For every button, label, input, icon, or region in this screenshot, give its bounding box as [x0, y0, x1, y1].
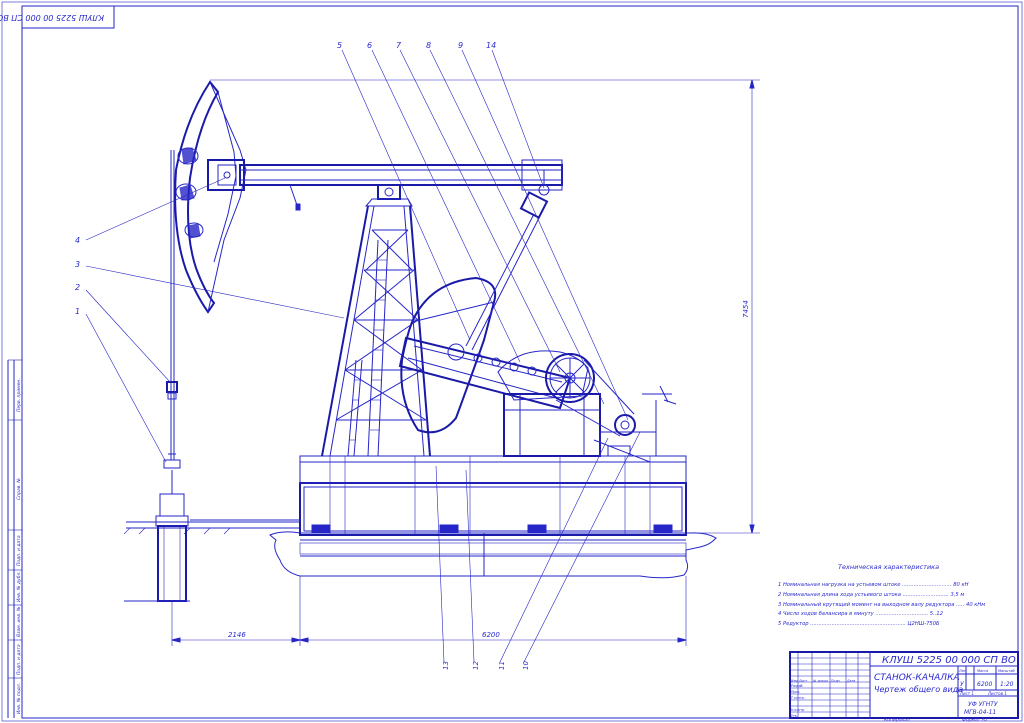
format-label: Формат А1 — [962, 717, 988, 723]
callout-13: 13 — [442, 661, 450, 670]
dim-height-label: 7454 — [742, 300, 750, 318]
sheets-total: Листов 1 — [987, 691, 1007, 696]
side-stamp-1: Перв. примен. — [16, 378, 22, 412]
callout-14: 14 — [486, 41, 496, 50]
motor — [593, 385, 677, 463]
stamp-col-scale: Масштаб — [998, 669, 1015, 673]
stamp-row-doc: № докум. — [812, 679, 829, 683]
horsehead — [174, 80, 247, 314]
pump-jack-drawing: 7454 2146 6200 4 3 2 1 5 6 7 8 9 14 13 1… — [75, 41, 760, 670]
rotated-stamp: КЛУШ 5225 00 000 СП ВО — [0, 5, 115, 29]
tech-spec: Техническая характеристика 1 Номинальная… — [778, 563, 985, 627]
callout-2: 2 — [75, 283, 80, 292]
callout-5: 5 — [337, 41, 342, 50]
dim-bottom: 2146 6200 — [171, 576, 687, 646]
organization: УФ УГНТУ — [968, 701, 998, 708]
callout-7: 7 — [396, 41, 402, 50]
callout-9: 9 — [458, 41, 463, 50]
rotated-stamp-text: КЛУШ 5225 00 000 СП ВО — [0, 13, 104, 22]
mass-value: 6200 — [977, 681, 992, 688]
dim-width-label: 6200 — [482, 631, 500, 639]
stamp-row-sign: Подп. — [831, 679, 841, 683]
callout-11: 11 — [498, 661, 506, 670]
stamp-row-nkontr: Н.контр. — [791, 708, 805, 712]
stamp-row-prov: Пров. — [791, 690, 800, 694]
technical-drawing: КЛУШ 5225 00 000 СП ВО Перв. примен. Спр… — [0, 1, 1023, 723]
side-stamp-4: Инв. № дубл. — [16, 571, 22, 602]
tech-spec-item-5: 5 Редуктор .............................… — [778, 621, 940, 627]
callout-6: 6 — [367, 41, 372, 50]
ground-hatch — [123, 527, 231, 535]
copied-label: Копировал — [884, 717, 910, 723]
sheet-number: Лист 1 — [959, 691, 974, 696]
stamp-col-mass: Масса — [977, 669, 988, 673]
side-stamp-2: Справ. № — [16, 478, 22, 500]
center-bearing — [364, 184, 413, 207]
foundation-slab — [269, 531, 717, 579]
stamp-row-izm: Изм — [791, 679, 798, 683]
side-stamp-6: Подп. и дата — [16, 644, 22, 675]
callout-12: 12 — [472, 661, 480, 670]
letter-value: У — [960, 681, 964, 688]
stamp-row-razrab: Разраб. — [791, 684, 804, 688]
stamp-row-list: Лист — [798, 679, 807, 683]
drawing-subtitle: Чертеж общего вида — [874, 685, 963, 694]
callout-4: 4 — [75, 236, 80, 245]
tech-spec-item-4: 4 Число ходов балансира в минуту .......… — [778, 611, 943, 617]
callout-8: 8 — [426, 41, 431, 50]
side-stamp-5: Взам. инв. № — [16, 606, 22, 637]
side-stamp-3: Подп. и дата — [16, 535, 22, 566]
callout-1: 1 — [75, 307, 80, 316]
tech-spec-item-1: 1 Номинальная нагрузка на устьевом штоке… — [778, 582, 969, 588]
callout-10: 10 — [522, 661, 530, 670]
stamp-col-lit: Лит. — [958, 669, 967, 673]
gearbox-pulley — [545, 353, 595, 403]
leader-lines — [85, 49, 641, 663]
stamp-row-utv: Утв. — [791, 714, 798, 718]
pitman-rod — [465, 170, 550, 351]
group-code: МГВ-04-11 — [964, 709, 996, 716]
dim-height: 7454 — [210, 79, 760, 534]
tech-spec-heading: Техническая характеристика — [838, 563, 939, 571]
side-stamp: Перв. примен. Справ. № Подп. и дата Инв.… — [7, 359, 22, 718]
title-block: Изм Лист № докум. Подп. Дата Разраб. Про… — [789, 651, 1019, 723]
tech-spec-item-3: 3 Номинальный крутящий момент на выходно… — [778, 602, 985, 608]
tech-spec-item-2: 2 Номинальная длина хода устьевого штока… — [778, 592, 964, 598]
stamp-row-date: Дата — [846, 679, 855, 683]
dim-left-label: 2146 — [228, 631, 246, 639]
drawing-designation: КЛУШ 5225 00 000 СП ВО — [882, 655, 1016, 666]
samson-post — [321, 205, 431, 457]
drawing-title: СТАНОК-КАЧАЛКА — [874, 673, 960, 683]
side-stamp-7: Инв. № подл. — [16, 683, 22, 714]
stamp-row-tkontr: Т.контр. — [791, 696, 805, 700]
scale-value: 1:20 — [1000, 681, 1014, 688]
callout-3: 3 — [75, 260, 80, 269]
base-frame — [299, 482, 687, 536]
